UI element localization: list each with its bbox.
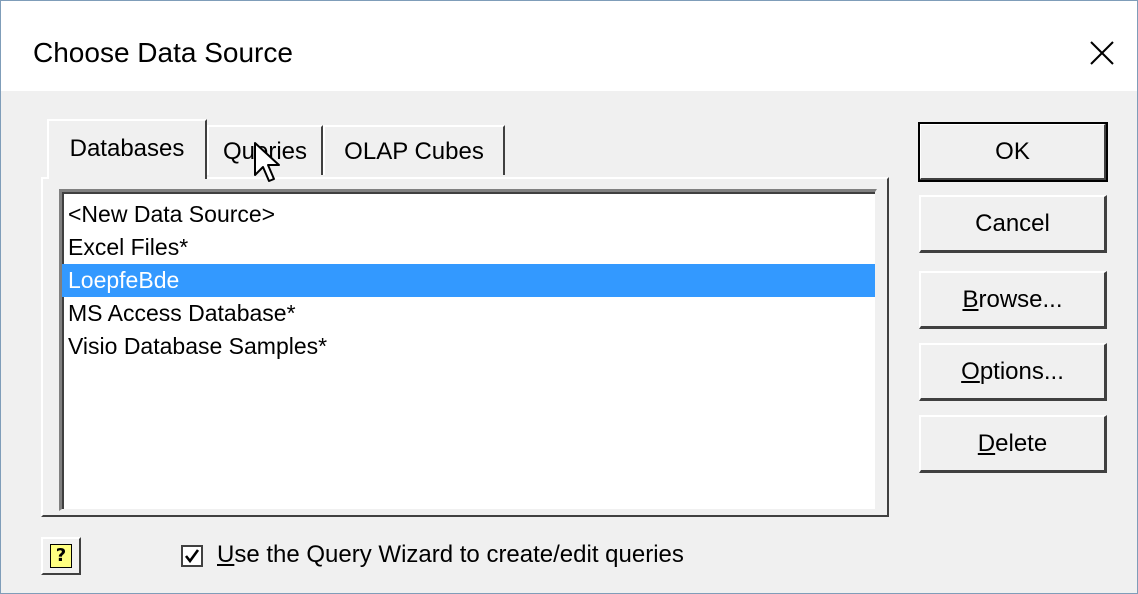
- databases-tab-panel: <New Data Source> Excel Files* LoepfeBde…: [41, 177, 889, 517]
- tab-databases[interactable]: Databases: [47, 119, 207, 179]
- query-wizard-label[interactable]: Use the Query Wizard to create/edit quer…: [217, 541, 684, 569]
- title-bar: Choose Data Source: [1, 1, 1137, 91]
- cancel-button[interactable]: Cancel: [919, 195, 1107, 253]
- close-button[interactable]: [1067, 23, 1137, 83]
- browse-label: rowse...: [978, 285, 1063, 313]
- ok-button[interactable]: OK: [918, 122, 1108, 182]
- list-item[interactable]: <New Data Source>: [62, 198, 875, 231]
- help-icon: ?: [50, 544, 72, 568]
- options-label: ptions...: [979, 357, 1064, 385]
- browse-button[interactable]: Browse...: [919, 271, 1107, 329]
- help-button[interactable]: ?: [41, 537, 81, 575]
- dialog-title: Choose Data Source: [33, 37, 293, 68]
- browse-accel: B: [962, 285, 979, 313]
- mouse-pointer-icon: [254, 142, 280, 182]
- query-wizard-accel: U: [217, 541, 235, 568]
- delete-accel: D: [977, 429, 996, 457]
- delete-button[interactable]: Delete: [919, 415, 1107, 473]
- list-item[interactable]: Visio Database Samples*: [62, 330, 875, 363]
- list-item[interactable]: MS Access Database*: [62, 297, 875, 330]
- close-icon: [1090, 41, 1114, 65]
- query-wizard-checkbox[interactable]: [181, 545, 203, 567]
- data-source-list[interactable]: <New Data Source> Excel Files* LoepfeBde…: [59, 189, 877, 511]
- checkmark-icon: [184, 549, 200, 564]
- list-item-selected[interactable]: LoepfeBde: [62, 264, 875, 297]
- query-wizard-text: se the Query Wizard to create/edit queri…: [234, 541, 684, 568]
- options-accel: O: [961, 357, 980, 385]
- tab-olap-cubes[interactable]: OLAP Cubes: [323, 125, 505, 175]
- options-button[interactable]: Options...: [919, 343, 1107, 401]
- delete-label: elete: [995, 429, 1048, 457]
- list-item[interactable]: Excel Files*: [62, 231, 875, 264]
- choose-data-source-dialog: Choose Data Source Databases Queries OLA…: [0, 0, 1138, 594]
